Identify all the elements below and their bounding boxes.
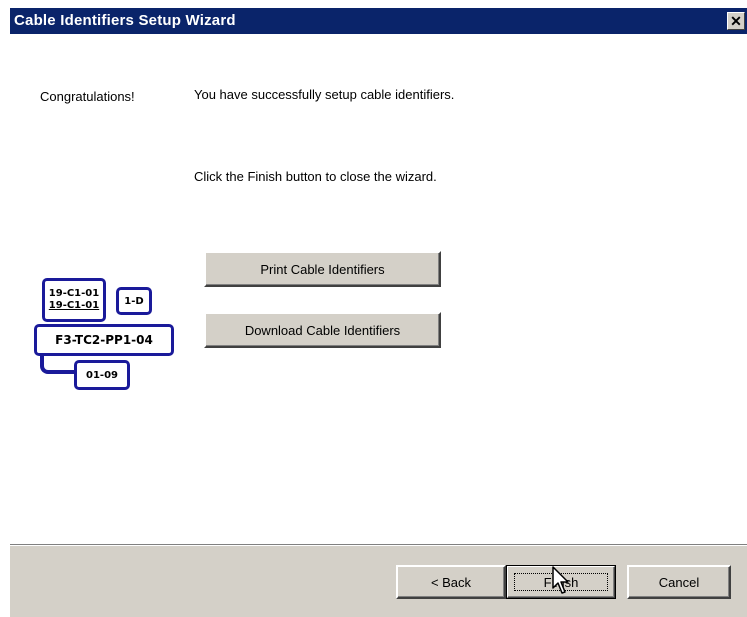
cancel-button-label: Cancel bbox=[658, 574, 700, 590]
mouse-pointer-icon bbox=[552, 566, 569, 594]
back-button[interactable]: < Back bbox=[396, 565, 506, 599]
success-message: You have successfully setup cable identi… bbox=[194, 87, 455, 102]
back-button-label: < Back bbox=[430, 574, 472, 590]
print-cable-identifiers-button[interactable]: Print Cable Identifiers bbox=[204, 251, 441, 287]
cable-tag-main: F3-TC2-PP1-04 bbox=[34, 324, 174, 356]
congratulations-label: Congratulations! bbox=[40, 89, 135, 104]
window-title: Cable Identifiers Setup Wizard bbox=[14, 12, 236, 29]
wizard-window: Cable Identifiers Setup Wizard ✕ Congrat… bbox=[0, 0, 747, 617]
download-cable-identifiers-button[interactable]: Download Cable Identifiers bbox=[204, 312, 441, 348]
cable-tag-line-1: 19-C1-01 bbox=[48, 288, 100, 299]
cancel-button[interactable]: Cancel bbox=[627, 565, 731, 599]
download-button-label: Download Cable Identifiers bbox=[244, 322, 401, 338]
cable-tag-line-2: 19-C1-01 bbox=[48, 300, 100, 311]
cable-tag-small: 1-D bbox=[116, 287, 152, 315]
close-icon: ✕ bbox=[730, 13, 742, 29]
wizard-content: Congratulations! You have successfully s… bbox=[10, 34, 747, 544]
close-button[interactable]: ✕ bbox=[727, 12, 745, 30]
cable-connector-line bbox=[40, 354, 74, 374]
cable-tag-stacked: 19-C1-01 19-C1-01 bbox=[42, 278, 106, 322]
cable-tag-bottom: 01-09 bbox=[74, 360, 130, 390]
title-bar[interactable]: Cable Identifiers Setup Wizard ✕ bbox=[10, 8, 747, 34]
cable-labels-illustration: 19-C1-01 19-C1-01 1-D F3-TC2-PP1-04 01-0… bbox=[34, 274, 184, 394]
print-button-label: Print Cable Identifiers bbox=[260, 261, 385, 277]
finish-instruction: Click the Finish button to close the wiz… bbox=[194, 169, 437, 184]
wizard-footer: < Back Finish Cancel bbox=[10, 544, 747, 617]
